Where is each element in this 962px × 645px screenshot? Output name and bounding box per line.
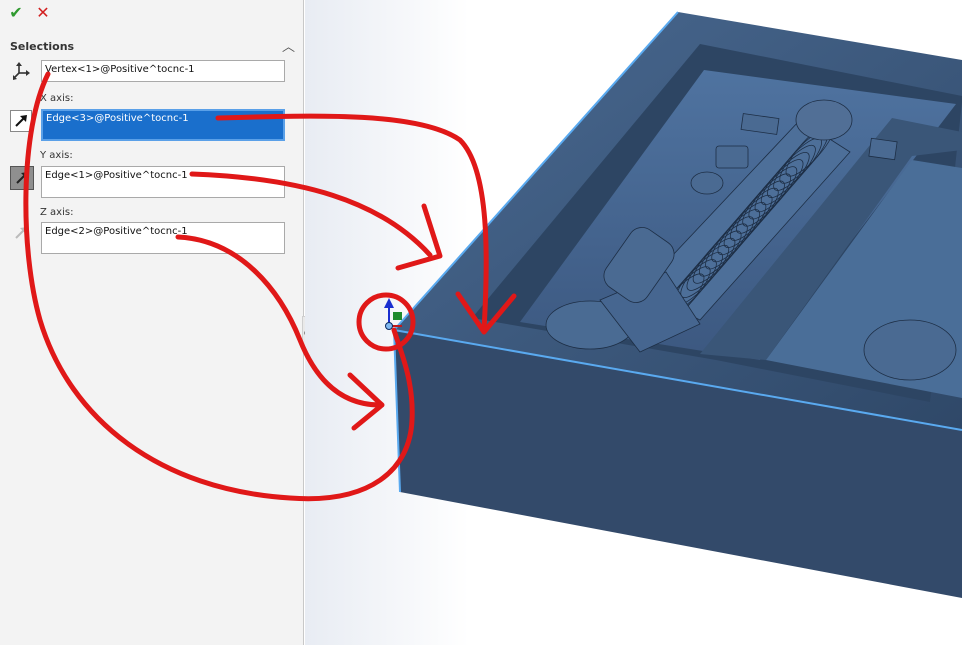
x-axis-direction-icon[interactable] <box>10 110 32 132</box>
y-axis-direction-icon[interactable] <box>10 166 34 190</box>
selections-section-header[interactable]: Selections ︿ <box>0 36 304 56</box>
z-axis-field[interactable]: Edge<2>@Positive^tocnc-1 <box>41 222 285 254</box>
origin-field[interactable]: Vertex<1>@Positive^tocnc-1 <box>41 60 285 82</box>
chevron-up-icon[interactable]: ︿ <box>282 36 295 55</box>
y-axis-label: Y axis: <box>40 150 73 161</box>
coordinate-origin-icon <box>10 60 32 82</box>
z-axis-direction-icon[interactable] <box>10 222 32 244</box>
graphics-viewport[interactable] <box>305 0 962 645</box>
section-title: Selections <box>10 40 75 53</box>
property-manager-panel: ✔ ✕ Selections ︿ Vertex<1>@Positive^tocn… <box>0 0 304 645</box>
x-axis-label: X axis: <box>40 93 74 104</box>
y-axis-field[interactable]: Edge<1>@Positive^tocnc-1 <box>41 166 285 198</box>
cancel-x-icon[interactable]: ✕ <box>33 2 53 22</box>
ok-checkmark-icon[interactable]: ✔ <box>6 2 26 22</box>
z-axis-label: Z axis: <box>40 207 74 218</box>
x-axis-field[interactable]: Edge<3>@Positive^tocnc-1 <box>41 109 285 141</box>
